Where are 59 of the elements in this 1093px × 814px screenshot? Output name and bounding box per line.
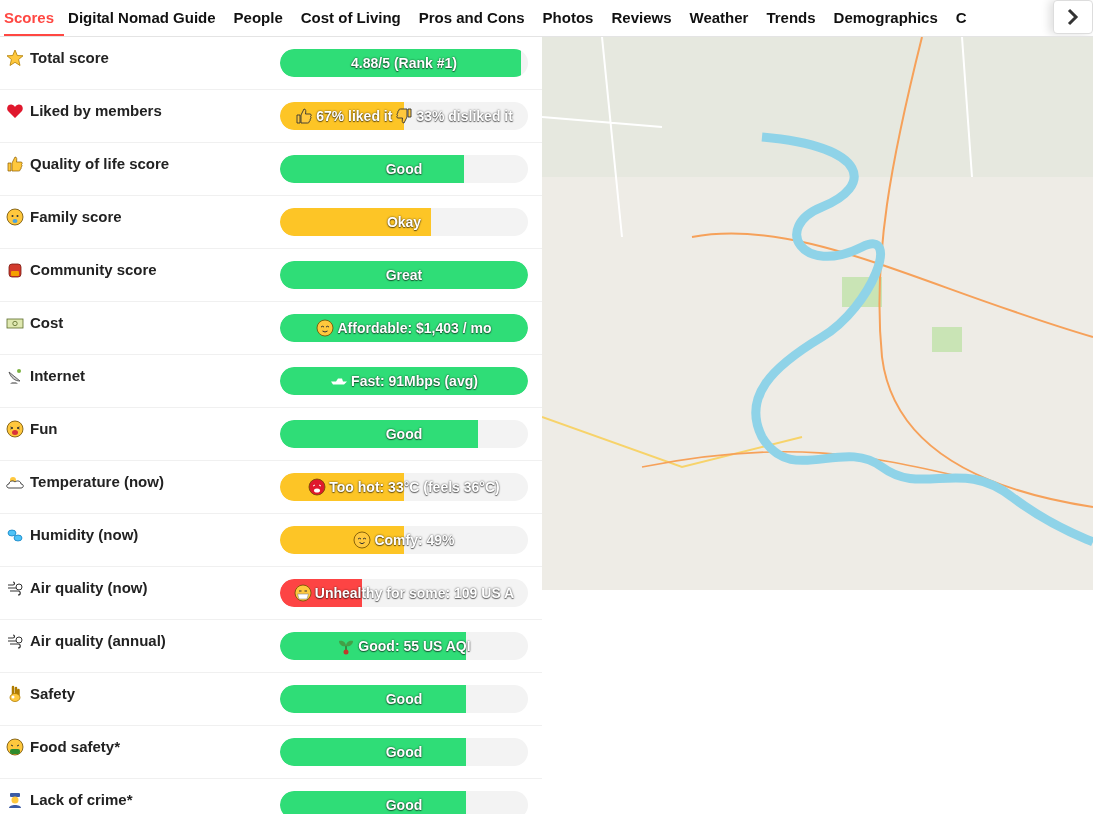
star-icon [6,49,24,67]
score-label: Lack of crime* [30,791,133,809]
smiling-face-icon [316,319,335,337]
score-label: Temperature (now) [30,473,164,491]
score-value: 67% liked it [316,108,393,124]
tab[interactable]: Cost of Living [300,0,415,36]
score-label: Total score [30,49,109,67]
tab[interactable]: Digital Nomad Guide [68,0,230,36]
chevron-right-icon [1067,8,1079,26]
tab[interactable]: Photos [542,0,608,36]
score-label: Air quality (now) [30,579,148,597]
wind-icon [6,579,24,597]
score-value: Good [385,691,423,707]
baby-face-icon [6,208,24,226]
tab[interactable]: Demographics [833,0,952,36]
satellite-dish-icon [6,367,24,385]
score-label: Cost [30,314,64,332]
score-value: Okay [386,214,422,230]
score-value: Great [385,267,423,283]
score-value: Good [385,426,423,442]
tab[interactable]: Reviews [611,0,686,36]
score-label: Fun [30,420,58,438]
score-label: Liked by members [30,102,162,120]
score-label: Air quality (annual) [30,632,166,650]
thumbs-up-icon [6,155,24,173]
tab[interactable]: People [233,0,297,36]
score-label: Internet [30,367,85,385]
backpack-icon [6,261,24,279]
ok-hand-icon [6,685,24,703]
tab[interactable]: Weather [689,0,763,36]
tab[interactable]: C [955,0,981,36]
thumbs-down-icon [395,107,414,125]
nauseated-face-icon [6,738,24,756]
score-label: Family score [30,208,122,226]
score-label: Quality of life score [30,155,170,173]
police-officer-icon [6,791,24,809]
smiling-face-icon [353,531,372,549]
score-label: Safety [30,685,76,703]
thumbs-up-icon [295,107,314,125]
tab[interactable]: Trends [766,0,830,36]
score-value: Good [385,797,423,813]
score-label: Food safety* [30,738,120,756]
score-value: Good [385,161,423,177]
score-label: Community score [30,261,157,279]
next-button[interactable] [1053,0,1093,34]
score-value: 33% disliked it [416,108,513,124]
laughing-face-icon [6,420,24,438]
score-value: Fast: 91Mbps (avg) [351,373,478,389]
score-label: Humidity (now) [30,526,139,544]
score-value: Good [385,744,423,760]
score-value: 4.88/5 (Rank #1) [351,55,457,71]
heart-icon [6,102,24,120]
tab[interactable]: Pros and Cons [418,0,539,36]
score-value: Affordable: $1,403 / mo [337,320,492,336]
wind-icon [6,632,24,650]
speedboat-icon [330,377,349,385]
face-with-mask-icon [293,584,312,602]
hot-face-icon [308,478,327,496]
droplets-icon [6,526,24,544]
